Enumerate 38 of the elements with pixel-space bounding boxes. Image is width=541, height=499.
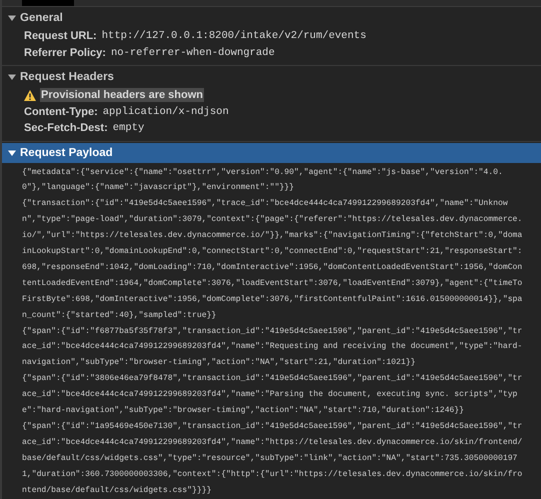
header-value: http://127.0.0.1:8200/intake/v2/rum/events [102, 30, 366, 42]
payload-line: {"transaction":{"id":"419e5d4c5aee1596","trace_id":"bce4dce444c4ca749912299689203fd4","name":"Unknow [22, 198, 509, 210]
header-value: no-referrer-when-downgrade [110, 46, 275, 59]
header-value: empty [112, 122, 144, 134]
payload-line: e":"hard-navigation","subType":"browser-timing","action":"NA","start":710,"duration":1246}} [22, 405, 465, 418]
redacted-block [22, 0, 74, 6]
payload-line: 698,"responseEnd":1042,"domLoading":710,"domInteractive":1956,"domContentLoadedEventStart":1956,"domCon [22, 262, 524, 274]
payload-line: ace_id":"bce4dce444c4ca749912299689203fd4","name":"Parsing the document, executing sync. scripts","typ [22, 389, 518, 402]
payload-line: {"span":{"id":"3806e46ea79f8478","transaction_id":"419e5d4c5aee1596","parent_id":"419e5d4c5aee1596","tr [22, 373, 524, 386]
payload-line: ace_id":"bce4dce444c4ca749912299689203fd4","name":"https://telesales.dev.dynacommerce.io/skin/frontend/ [22, 436, 524, 449]
payload-line: n_count":{"started":40},"sampled":true}} [22, 310, 218, 322]
payload-line: FirstByte":698,"domInteractive":1956,"domComplete":3076,"firstContentfulPaint":1616.015000000014}},"spa [22, 294, 524, 306]
payload-line: {"span":{"id":"1a95469e450e7130","transaction_id":"419e5d4c5aee1596","parent_id":"419e5d4c5aee1596","tr [22, 421, 524, 433]
header-name: Sec-Fetch-Dest: [24, 122, 108, 134]
payload-line: navigation","subType":"browser-timing","action":"NA","start":21,"duration":1021}} [22, 357, 416, 370]
section-header[interactable]: Request Payload [2, 142, 541, 162]
caret-down-icon [8, 73, 16, 81]
payload-line: ntend/base/default/css/widgets.css"}}}} [22, 484, 212, 497]
section-header[interactable]: General [2, 8, 541, 28]
payload-line: io/","url":"https://telesales.dev.dynacommerce.io/"}},"marks":{"navigationTiming":{"fetchStart":0,"doma [22, 230, 524, 242]
payload-line: tentLoadedEventEnd":1964,"domComplete":3076,"loadEventStart":3076,"loadEventEnd":3079},"agent":{"timeTo [22, 278, 524, 290]
caret-down-icon [8, 14, 16, 22]
payload-line: {"metadata":{"service":{"name":"osettrr","version":"0.90","agent":{"name":"js-base","version":"4.0. [22, 166, 504, 178]
header-name: Content-Type: [24, 106, 98, 118]
payload-line: {"span":{"id":"f6877ba5f35f78f3","transaction_id":"419e5d4c5aee1596","parent_id":"419e5d4c5aee1596","tr [22, 326, 524, 338]
caret-down-icon [8, 148, 16, 156]
section-header[interactable]: Request Headers [2, 67, 541, 87]
payload-line: ace_id":"bce4dce444c4ca749912299689203fd4","name":"Requesting and receiving the document","type":"hard- [22, 341, 524, 354]
warning-icon [24, 90, 36, 101]
payload-line: 0"},"language":{"name":"javascript"},"environment":""}}} [22, 182, 295, 194]
header-name: Referrer Policy: [24, 46, 106, 59]
warning-message: Provisional headers are shown [40, 88, 204, 102]
payload-line: base/default/css/widgets.css","type":"resource","subType":"link","action":"NA","start":735.30500000197 [22, 452, 518, 465]
header-name: Request URL: [24, 30, 97, 42]
header-value: application/x-ndjson [102, 106, 229, 118]
payload-line: 1,"duration":360.7300000003306,"context":{"http":{"url":"https://telesales.dev.dynacommerce.io/skin/fro [22, 468, 524, 481]
payload-line: inLookupStart":0,"domainLookupEnd":0,"connectStart":0,"connectEnd":0,"requestStart":21,"responseStart": [22, 246, 524, 258]
payload-line: n","type":"page-load","duration":3079,"context":{"page":{"referer":"https://telesales.dev.dynacommerce. [22, 214, 524, 226]
